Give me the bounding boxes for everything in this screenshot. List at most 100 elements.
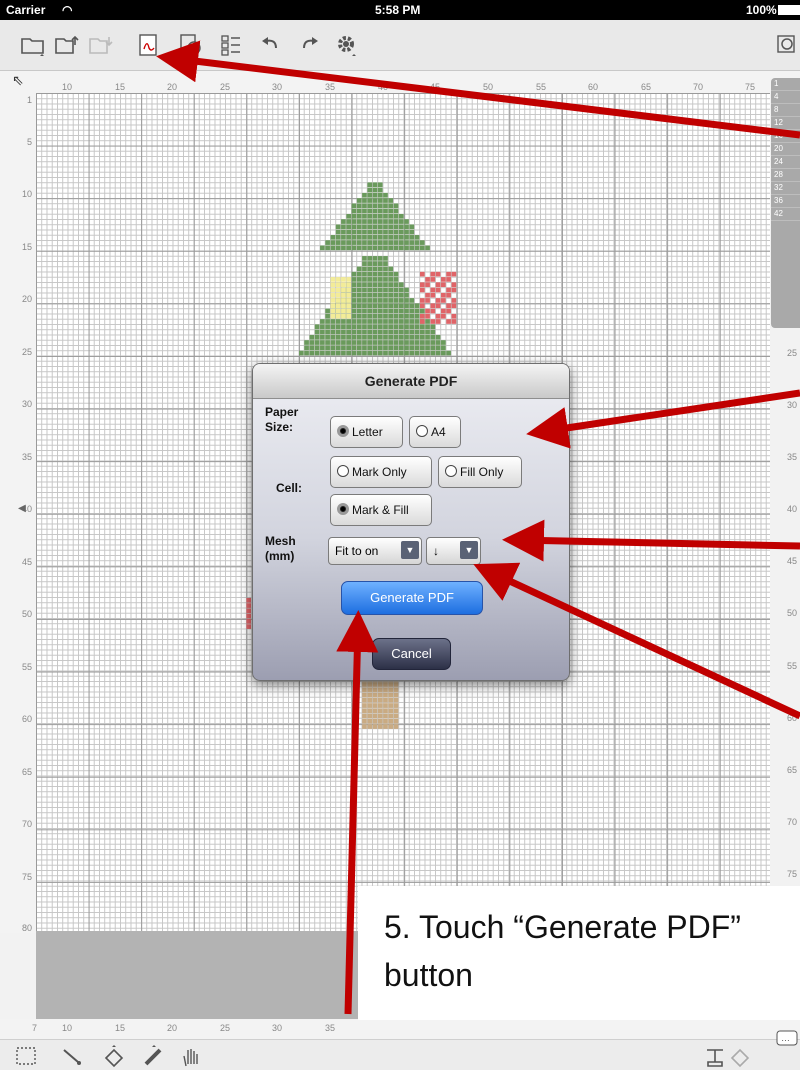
pattern-cell (383, 235, 388, 240)
palette-row[interactable]: 28 (771, 169, 800, 182)
pattern-cell (341, 245, 346, 251)
pattern-cell (414, 345, 420, 351)
pattern-cell (393, 313, 399, 319)
palette-row[interactable]: 1 (771, 78, 800, 91)
palette-row[interactable]: 36 (771, 195, 800, 208)
pattern-cell (362, 229, 367, 235)
pattern-cell (377, 282, 383, 288)
pen-icon[interactable] (142, 1044, 168, 1068)
pattern-cell (346, 292, 351, 298)
pattern-cell (325, 240, 330, 245)
palette-row[interactable]: 4 (771, 91, 800, 104)
pattern-cell (372, 198, 378, 203)
select-rect-icon[interactable] (14, 1044, 40, 1068)
pattern-cell (435, 298, 441, 303)
cell-mark-and-fill-option[interactable]: Mark & Fill (330, 494, 432, 526)
pattern-cell (372, 713, 378, 719)
needle-icon[interactable] (60, 1044, 86, 1068)
palette-row[interactable]: 16 (771, 130, 800, 143)
mesh-select[interactable]: Fit to on ▼ (328, 537, 422, 565)
pattern-cell (441, 277, 446, 282)
pattern-cell (246, 613, 252, 619)
pattern-cell (388, 340, 394, 345)
pattern-cell (383, 256, 388, 261)
pattern-cell (383, 703, 388, 708)
pattern-cell (414, 350, 420, 356)
pattern-cell (330, 298, 336, 303)
pattern-cell (367, 682, 373, 687)
hand-pan-icon[interactable] (178, 1044, 204, 1068)
pattern-cell (372, 724, 378, 729)
pattern-cell (430, 345, 436, 351)
clear-eraser-icon[interactable] (728, 1044, 754, 1068)
direction-select[interactable]: ↓ ▼ (426, 537, 481, 565)
pattern-cell (330, 324, 336, 330)
pattern-cell (435, 334, 441, 340)
cell-fill-only-option[interactable]: Fill Only (438, 456, 522, 488)
pattern-cell (383, 224, 388, 230)
pattern-cell (393, 208, 399, 214)
pattern-cell (335, 224, 341, 230)
pattern-cell (414, 324, 420, 330)
pattern-cell (362, 203, 367, 209)
palette-row[interactable]: 32 (771, 182, 800, 195)
pattern-cell (362, 319, 367, 324)
pattern-cell (335, 350, 341, 356)
pattern-cell (393, 303, 399, 309)
pattern-cell (356, 308, 362, 314)
pattern-cell (356, 224, 362, 230)
pattern-cell (383, 271, 388, 277)
pattern-cell (367, 324, 373, 330)
pattern-cell (330, 345, 336, 351)
pattern-cell (409, 240, 415, 245)
pattern-cell (425, 292, 430, 298)
pattern-cell (430, 340, 436, 345)
paper-letter-option[interactable]: Letter (330, 416, 403, 448)
pattern-cell (383, 708, 388, 714)
pattern-cell (367, 334, 373, 340)
eraser-icon[interactable] (102, 1044, 128, 1068)
color-palette-panel[interactable]: 1 4 8 12 16 20 24 28 32 36 42 (771, 78, 800, 328)
bottom-toolbar: … (0, 1030, 800, 1070)
pattern-cell (346, 219, 351, 224)
pattern-cell (335, 303, 341, 309)
pattern-cell (430, 308, 436, 314)
paper-a4-option[interactable]: A4 (409, 416, 461, 448)
pattern-cell (414, 235, 420, 240)
pattern-cell (362, 708, 367, 714)
cell-mark-only-option[interactable]: Mark Only (330, 456, 432, 488)
pattern-cell (388, 271, 394, 277)
stamp-icon[interactable] (702, 1044, 728, 1068)
ruler-tick: 40 (787, 504, 798, 514)
pattern-cell (404, 298, 409, 303)
generate-pdf-button[interactable]: Generate PDF (341, 581, 483, 615)
cancel-button[interactable]: Cancel (372, 638, 451, 670)
pattern-cell (362, 682, 367, 687)
ruler-tick: 20 (167, 1023, 178, 1033)
pattern-cell (377, 298, 383, 303)
pattern-cell (330, 319, 336, 324)
palette-row[interactable]: 24 (771, 156, 800, 169)
pattern-cell (372, 345, 378, 351)
pattern-cell (372, 692, 378, 698)
palette-row[interactable]: 20 (771, 143, 800, 156)
pattern-cell (356, 266, 362, 272)
more-menu-icon[interactable]: … (776, 1030, 800, 1050)
pattern-cell (325, 324, 330, 330)
pattern-cell (367, 240, 373, 245)
pattern-cell (346, 324, 351, 330)
pattern-cell (398, 298, 404, 303)
pattern-cell (404, 350, 409, 356)
pattern-cell (346, 245, 351, 251)
pattern-cell (356, 313, 362, 319)
palette-row[interactable]: 42 (771, 208, 800, 221)
pattern-cell (377, 213, 383, 219)
pattern-cell (351, 345, 357, 351)
pattern-cell (383, 219, 388, 224)
palette-row[interactable]: 8 (771, 104, 800, 117)
pattern-cell (393, 697, 399, 703)
pattern-cell (398, 287, 404, 293)
palette-row[interactable]: 12 (771, 117, 800, 130)
pattern-cell (356, 345, 362, 351)
instruction-line: button (384, 957, 473, 993)
